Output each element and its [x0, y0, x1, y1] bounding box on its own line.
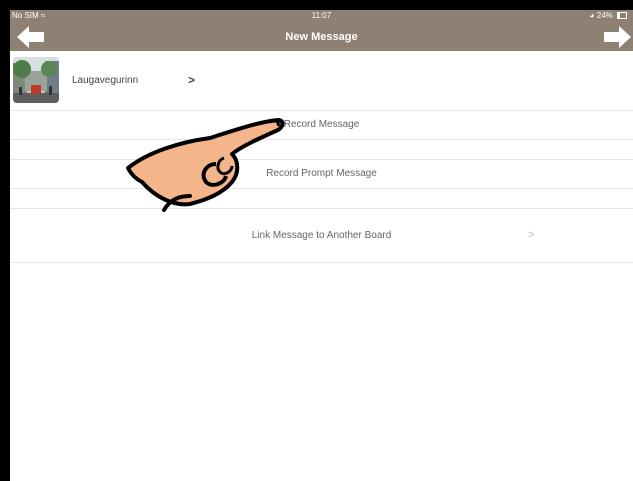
device-bezel-top: [0, 0, 633, 10]
page-title: New Message: [285, 31, 358, 43]
record-prompt-message-label: Record Prompt Message: [266, 168, 377, 179]
battery-status: ◕ 24%: [590, 11, 627, 20]
chevron-right-icon: >: [188, 73, 196, 87]
record-message-label: Record Message: [283, 119, 360, 130]
status-time: 11:07: [311, 11, 332, 20]
link-message-label: Link Message to Another Board: [251, 230, 392, 241]
app-screen: No SIM ≈ 11:07 ◕ 24% New Message Laugave…: [10, 10, 633, 481]
navigation-bar: No SIM ≈ 11:07 ◕ 24% New Message: [10, 10, 633, 51]
record-prompt-message-row[interactable]: Record Prompt Message: [10, 160, 633, 189]
pointing-hand-icon: [126, 118, 285, 212]
status-bar: No SIM ≈ 11:07 ◕ 24%: [10, 10, 633, 22]
forward-arrow-icon: [604, 26, 631, 48]
record-message-row[interactable]: Record Message: [10, 111, 633, 140]
device-bezel-left: [0, 0, 10, 481]
board-row[interactable]: Laugavegurinn >: [10, 51, 633, 111]
rotation-lock-icon: ◕: [589, 11, 595, 20]
chevron-right-icon: >: [528, 229, 535, 241]
device-frame: No SIM ≈ 11:07 ◕ 24% New Message Laugave…: [0, 0, 633, 481]
battery-icon: [617, 12, 627, 20]
separator-row: [10, 189, 633, 209]
separator-row: [10, 140, 633, 160]
board-name: Laugavegurinn: [72, 75, 139, 86]
board-thumbnail: [13, 57, 59, 103]
battery-percent: 24%: [596, 11, 613, 20]
forward-button[interactable]: [603, 25, 631, 49]
link-message-row[interactable]: Link Message to Another Board >: [10, 209, 633, 263]
street-photo-image: [13, 57, 59, 103]
